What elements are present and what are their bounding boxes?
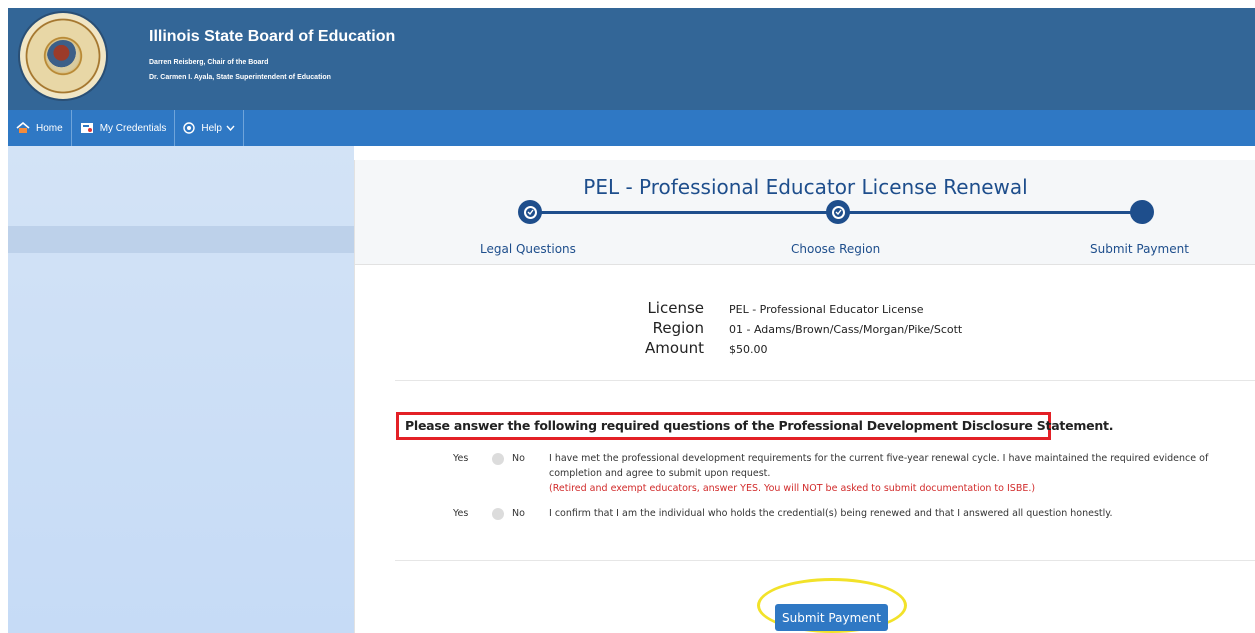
state-seal-logo bbox=[20, 13, 106, 99]
home-icon bbox=[16, 122, 30, 133]
divider bbox=[395, 380, 1255, 381]
q1-no-radio[interactable] bbox=[492, 453, 504, 465]
step-3-indicator bbox=[1130, 200, 1154, 224]
page-title: PEL - Professional Educator License Rene… bbox=[583, 175, 1028, 199]
nav-help-label: Help bbox=[201, 122, 222, 134]
amount-label: Amount bbox=[645, 339, 704, 357]
questions-heading: Please answer the following required que… bbox=[396, 412, 1114, 440]
step-1-indicator bbox=[518, 200, 542, 224]
q1-yes-label: Yes bbox=[453, 453, 469, 464]
wizard-header: PEL - Professional Educator License Rene… bbox=[355, 160, 1255, 265]
region-label: Region bbox=[652, 319, 704, 337]
step-label-choose-region: Choose Region bbox=[791, 242, 881, 256]
renewal-card: PEL - Professional Educator License Rene… bbox=[354, 160, 1255, 633]
step-label-legal-questions: Legal Questions bbox=[480, 242, 576, 256]
main-nav: Home My Credentials Help bbox=[8, 110, 1255, 146]
superintendent-name: Dr. Carmen I. Ayala, State Superintenden… bbox=[149, 74, 331, 81]
region-value: 01 - Adams/Brown/Cass/Morgan/Pike/Scott bbox=[729, 323, 963, 336]
check-icon bbox=[527, 209, 534, 215]
q2-no-radio[interactable] bbox=[492, 508, 504, 520]
credentials-icon bbox=[80, 123, 93, 133]
step-label-submit-payment: Submit Payment bbox=[1090, 242, 1189, 256]
amount-value: $50.00 bbox=[729, 343, 768, 356]
q1-text-line2: completion and agree to submit upon requ… bbox=[549, 468, 771, 479]
nav-home-label: Home bbox=[36, 122, 63, 134]
license-value: PEL - Professional Educator License bbox=[729, 303, 924, 316]
q1-text-line1: I have met the professional development … bbox=[549, 453, 1209, 464]
check-icon bbox=[835, 209, 842, 215]
chair-name: Darren Reisberg, Chair of the Board bbox=[149, 59, 269, 66]
site-header: Illinois State Board of Education Darren… bbox=[8, 8, 1255, 110]
q1-no-label: No bbox=[512, 453, 525, 464]
q2-no-label: No bbox=[512, 508, 525, 519]
left-panel bbox=[8, 146, 354, 633]
q2-text: I confirm that I am the individual who h… bbox=[549, 508, 1113, 519]
license-label: License bbox=[647, 299, 704, 317]
nav-my-credentials[interactable]: My Credentials bbox=[72, 110, 176, 146]
nav-help[interactable]: Help bbox=[175, 110, 244, 146]
submit-payment-button[interactable]: Submit Payment bbox=[775, 604, 888, 631]
nav-credentials-label: My Credentials bbox=[99, 122, 167, 134]
help-icon bbox=[183, 122, 196, 134]
nav-home[interactable]: Home bbox=[8, 110, 72, 146]
q1-note: (Retired and exempt educators, answer YE… bbox=[549, 483, 1036, 494]
chevron-down-icon bbox=[226, 125, 235, 131]
left-panel-band bbox=[8, 226, 354, 253]
site-title: Illinois State Board of Education bbox=[149, 28, 396, 45]
q2-yes-label: Yes bbox=[453, 508, 469, 519]
divider bbox=[395, 560, 1255, 561]
step-2-indicator bbox=[826, 200, 850, 224]
